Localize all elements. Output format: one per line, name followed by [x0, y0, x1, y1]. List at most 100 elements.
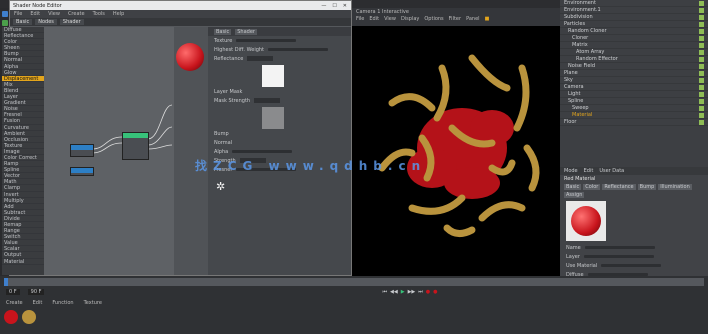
sub-tab-bump[interactable]: Bump — [637, 184, 657, 190]
play-icon[interactable]: ▶ — [401, 289, 405, 295]
timeline-ruler[interactable] — [4, 278, 704, 286]
material-preview-ball — [571, 206, 601, 236]
prev-key-icon[interactable]: ◀◀ — [390, 289, 398, 295]
list-item[interactable]: Cloner — [560, 35, 708, 42]
list-item[interactable]: Noise Field — [560, 63, 708, 70]
object-manager: Environment Environment.1 Subdivision Pa… — [560, 0, 708, 167]
use-material-input[interactable] — [601, 264, 662, 267]
sub-tab-illumination[interactable]: Illumination — [658, 184, 692, 190]
vp-menu-panel[interactable]: Panel — [466, 16, 480, 22]
attr-label-mask-strength: Mask Strength — [214, 97, 251, 104]
vp-menu-file[interactable]: File — [356, 16, 364, 22]
frame-start-field[interactable]: 0 F — [6, 289, 20, 295]
next-key-icon[interactable]: ▶▶ — [408, 289, 416, 295]
list-item[interactable]: Environment — [560, 0, 708, 7]
material-preview-box — [566, 201, 606, 241]
list-item[interactable]: Material — [560, 112, 708, 119]
vp-menu-options[interactable]: Options — [424, 16, 443, 22]
list-item[interactable]: Sky — [560, 77, 708, 84]
playhead[interactable] — [4, 278, 8, 286]
vp-menu-display[interactable]: Display — [401, 16, 419, 22]
viewport-toolbar: Camera 1 Interactive File Edit View Disp… — [352, 8, 560, 26]
gray-swatch[interactable] — [262, 107, 284, 129]
mask-field[interactable] — [254, 98, 281, 103]
interactive-render-viewport[interactable] — [352, 8, 560, 276]
node-tab-row: Basic Nodes Shader — [10, 18, 351, 26]
input-node-2[interactable] — [70, 167, 94, 176]
playback-controls: ⏮ ◀◀ ▶ ▶▶ ⏭ ● ● — [382, 289, 437, 295]
menu-file[interactable]: File — [14, 11, 22, 17]
layer-input[interactable] — [583, 255, 654, 258]
list-item[interactable]: Floor — [560, 119, 708, 126]
to-end-icon[interactable]: ⏭ — [418, 289, 423, 295]
attr-label-alpha: Alpha — [214, 148, 229, 155]
sub-tab-assign[interactable]: Assign — [564, 192, 585, 198]
maximize-icon[interactable]: ☐ — [332, 3, 336, 9]
list-item[interactable]: Subdivision — [560, 14, 708, 21]
menu-tools[interactable]: Tools — [93, 11, 105, 17]
list-item[interactable]: Random Cloner — [560, 28, 708, 35]
tab-shader[interactable]: Shader — [59, 19, 84, 25]
menu-help[interactable]: Help — [113, 11, 124, 17]
node-graph-canvas[interactable] — [44, 27, 208, 275]
attr-tab-shader[interactable]: Shader — [235, 28, 257, 35]
vp-menu-view[interactable]: View — [384, 16, 396, 22]
material-node-ports — [174, 27, 208, 275]
attr-label-bump: Bump — [214, 130, 229, 137]
lock-icon[interactable]: ■ — [485, 16, 490, 22]
close-icon[interactable]: ✕ — [343, 3, 347, 9]
material-preview-sphere — [176, 43, 204, 71]
tab-nodes[interactable]: Nodes — [35, 19, 57, 25]
tab-texture[interactable]: Texture — [84, 300, 102, 306]
frame-end-field[interactable]: 90 F — [27, 289, 45, 295]
list-item[interactable]: Matrix — [560, 42, 708, 49]
menu-edit[interactable]: Edit — [30, 11, 40, 17]
autokey-icon[interactable]: ● — [433, 289, 437, 295]
color-swatch[interactable] — [262, 65, 284, 87]
vp-menu-edit[interactable]: Edit — [369, 16, 379, 22]
list-item[interactable]: Atom Array — [560, 49, 708, 56]
tab-function[interactable]: Function — [52, 300, 73, 306]
material-thumbnails — [4, 310, 36, 324]
vp-menu-filter[interactable]: Filter — [449, 16, 461, 22]
attr-label-layer-mask: Layer Mask — [214, 88, 243, 95]
weight-slider[interactable] — [268, 48, 329, 51]
reflectance-field[interactable] — [247, 56, 274, 61]
list-item[interactable]: Environment.1 — [560, 7, 708, 14]
texture-slider[interactable] — [236, 39, 297, 42]
sub-tab-basic[interactable]: Basic — [564, 184, 582, 190]
list-item[interactable]: Material — [2, 259, 44, 265]
material-thumb-red[interactable] — [4, 310, 18, 324]
attr-tab-basic[interactable]: Basic — [214, 28, 232, 35]
tab-edit[interactable]: Edit — [33, 300, 43, 306]
list-item[interactable]: Light — [560, 91, 708, 98]
list-item[interactable]: Spline — [560, 98, 708, 105]
alpha-slider[interactable] — [232, 150, 293, 153]
to-start-icon[interactable]: ⏮ — [382, 289, 387, 295]
material-thumb-gold[interactable] — [22, 310, 36, 324]
render-object-sculpture — [378, 54, 540, 237]
list-item[interactable]: Sweep — [560, 105, 708, 112]
attr-mode-tab[interactable]: Mode — [564, 168, 578, 174]
menu-create[interactable]: Create — [68, 11, 85, 17]
attr-edit-tab[interactable]: Edit — [584, 168, 594, 174]
mix-node[interactable] — [122, 132, 149, 160]
tab-basic[interactable]: Basic — [13, 19, 33, 25]
list-item[interactable]: Particles — [560, 21, 708, 28]
record-icon[interactable]: ● — [426, 289, 430, 295]
attr-userdata-tab[interactable]: User Data — [599, 168, 624, 174]
scale-icon[interactable] — [2, 20, 8, 26]
name-input[interactable] — [584, 246, 655, 249]
sub-tab-reflectance[interactable]: Reflectance — [602, 184, 636, 190]
list-item[interactable]: Camera — [560, 84, 708, 91]
list-item[interactable]: Plane — [560, 70, 708, 77]
field-label-name: Name — [566, 244, 581, 251]
menu-view[interactable]: View — [48, 11, 60, 17]
tab-create[interactable]: Create — [6, 300, 23, 306]
material-name: Red Material — [564, 176, 596, 182]
minimize-icon[interactable]: — — [321, 3, 326, 9]
sub-tab-color[interactable]: Color — [583, 184, 601, 190]
list-item[interactable]: Random Effector — [560, 56, 708, 63]
input-node[interactable] — [70, 144, 94, 157]
move-icon[interactable] — [2, 11, 8, 17]
